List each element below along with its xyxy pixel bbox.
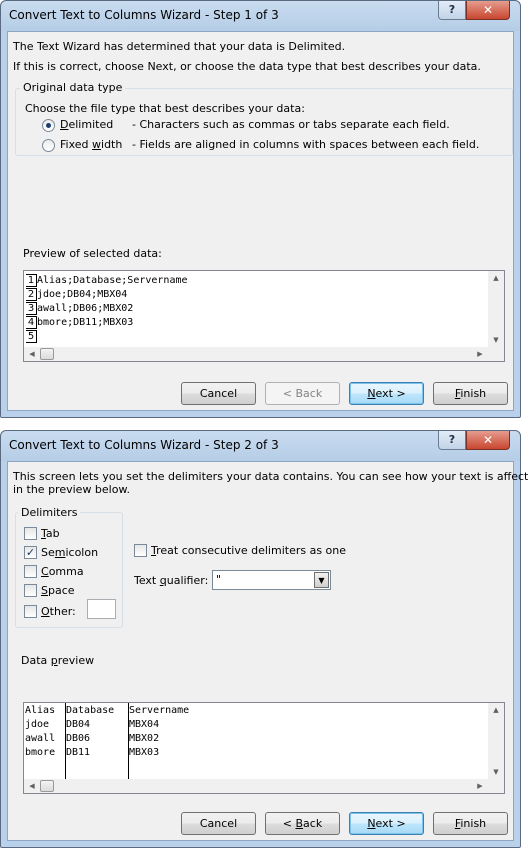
text-qualifier-value: " bbox=[216, 573, 222, 586]
preview-cell: bmore bbox=[25, 747, 56, 758]
back-button[interactable]: < Back bbox=[265, 812, 340, 835]
horizontal-scrollbar[interactable]: ◀ ▶ bbox=[24, 779, 488, 793]
fixed-width-radio[interactable] bbox=[42, 139, 55, 152]
intro-text-line1: This screen lets you set the delimiters … bbox=[13, 470, 528, 483]
finish-button[interactable]: Finish bbox=[433, 382, 508, 405]
preview-cell: Alias bbox=[25, 705, 56, 716]
close-button[interactable]: ✕ bbox=[466, 1, 510, 20]
delimiters-group: Delimiters Tab ✓ Semicolon Comma Space O… bbox=[15, 506, 123, 628]
preview-cell: DB06 bbox=[66, 733, 91, 744]
preview-cell: MBX04 bbox=[129, 719, 160, 730]
next-label-rest: ext > bbox=[375, 817, 406, 830]
scroll-right-arrow-icon[interactable]: ▶ bbox=[472, 347, 488, 361]
preview-row-text: bmore;DB11;MBX03 bbox=[37, 317, 134, 328]
wizard-step2-dialog: Convert Text to Columns Wizard - Step 2 … bbox=[0, 430, 528, 848]
delimiters-label: Delimiters bbox=[18, 506, 81, 519]
intro-text-line1: The Text Wizard has determined that your… bbox=[13, 40, 346, 53]
scroll-right-arrow-icon[interactable]: ▶ bbox=[472, 779, 488, 793]
next-button[interactable]: Next > bbox=[349, 382, 424, 405]
tab-checkbox[interactable] bbox=[24, 527, 37, 540]
preview-row-text: awall;DB06;MBX02 bbox=[37, 303, 134, 314]
vertical-scrollbar[interactable]: ▲ ▼ bbox=[488, 271, 504, 347]
preview-label: Preview of selected data: bbox=[23, 247, 162, 260]
preview-cell: MBX02 bbox=[129, 733, 160, 744]
next-button[interactable]: Next > bbox=[349, 812, 424, 835]
data-preview-box[interactable]: Alias jdoe awall bmore Database DB04 DB06 DB11 S… bbox=[23, 702, 505, 794]
title-bar[interactable]: Convert Text to Columns Wizard - Step 2 … bbox=[1, 431, 520, 461]
other-delimiter-input[interactable] bbox=[87, 599, 116, 619]
scroll-corner bbox=[488, 347, 504, 361]
intro-text-line2: in the preview below. bbox=[13, 483, 130, 496]
other-checkbox[interactable] bbox=[24, 605, 37, 618]
space-label[interactable]: Space bbox=[41, 584, 75, 597]
preview-cell: MBX03 bbox=[129, 747, 160, 758]
preview-row-number: 3 bbox=[26, 302, 37, 315]
delimited-description: - Characters such as commas or tabs sepa… bbox=[132, 118, 450, 131]
group-label: Original data type bbox=[20, 81, 126, 94]
preview-row-number: 4 bbox=[26, 316, 37, 329]
text-qualifier-select[interactable]: " ▼ bbox=[212, 570, 331, 590]
data-preview-label: Data preview bbox=[21, 654, 95, 667]
treat-consecutive-label[interactable]: Treat consecutive delimiters as one bbox=[151, 544, 346, 557]
preview-row-number: 2 bbox=[26, 288, 37, 301]
other-label[interactable]: Other: bbox=[41, 605, 76, 618]
dialog-title: Convert Text to Columns Wizard - Step 1 … bbox=[9, 8, 279, 22]
fixed-width-label[interactable]: Fixed width bbox=[60, 138, 122, 151]
dialog-body: The Text Wizard has determined that your… bbox=[7, 31, 514, 411]
tab-label[interactable]: Tab bbox=[41, 527, 60, 540]
close-button[interactable]: ✕ bbox=[466, 431, 510, 450]
dialog-body: This screen lets you set the delimiters … bbox=[7, 461, 528, 841]
wizard-step1-dialog: Convert Text to Columns Wizard - Step 1 … bbox=[0, 0, 521, 418]
horizontal-scroll-thumb[interactable] bbox=[40, 348, 54, 360]
preview-row-text: jdoe;DB04;MBX04 bbox=[37, 289, 128, 300]
dialog-title: Convert Text to Columns Wizard - Step 2 … bbox=[9, 438, 279, 452]
scroll-down-arrow-icon[interactable]: ▼ bbox=[488, 765, 504, 779]
vertical-scrollbar[interactable]: ▲ ▼ bbox=[488, 703, 504, 779]
delimited-label-rest: elimited bbox=[68, 118, 114, 131]
chevron-down-icon[interactable]: ▼ bbox=[314, 572, 329, 588]
title-bar[interactable]: Convert Text to Columns Wizard - Step 1 … bbox=[1, 1, 520, 31]
data-preview-box[interactable]: 1 Alias;Database;Servername 2 jdoe;DB04;MBX… bbox=[23, 270, 505, 362]
semicolon-checkbox[interactable]: ✓ bbox=[24, 546, 37, 559]
help-button[interactable]: ? bbox=[438, 431, 466, 450]
comma-label[interactable]: Comma bbox=[41, 565, 84, 578]
preview-row-number: 5 bbox=[26, 330, 37, 343]
cancel-button[interactable]: Cancel bbox=[181, 812, 256, 835]
finish-button[interactable]: Finish bbox=[433, 812, 508, 835]
preview-cell: jdoe bbox=[25, 719, 50, 730]
scroll-up-arrow-icon[interactable]: ▲ bbox=[488, 271, 504, 285]
help-button[interactable]: ? bbox=[438, 1, 466, 20]
preview-cell: Servername bbox=[129, 705, 190, 716]
preview-cell: awall bbox=[25, 733, 56, 744]
scroll-down-arrow-icon[interactable]: ▼ bbox=[488, 333, 504, 347]
preview-cell: DB04 bbox=[66, 719, 91, 730]
preview-cell: DB11 bbox=[66, 747, 91, 758]
horizontal-scroll-thumb[interactable] bbox=[40, 780, 54, 792]
space-checkbox[interactable] bbox=[24, 584, 37, 597]
preview-row-text: Alias;Database;Servername bbox=[37, 275, 188, 286]
back-label-rest: ack bbox=[303, 817, 323, 830]
intro-text-line2: If this is correct, choose Next, or choo… bbox=[13, 60, 481, 73]
comma-checkbox[interactable] bbox=[24, 565, 37, 578]
scroll-left-arrow-icon[interactable]: ◀ bbox=[24, 779, 40, 793]
finish-label-rest: inish bbox=[460, 817, 487, 830]
scroll-corner bbox=[488, 779, 504, 793]
finish-label-rest: inish bbox=[460, 387, 487, 400]
preview-row-number: 1 bbox=[26, 274, 37, 287]
cancel-button[interactable]: Cancel bbox=[181, 382, 256, 405]
group-prompt: Choose the file type that best describes… bbox=[25, 102, 305, 115]
original-data-type-group: Original data type Choose the file type … bbox=[15, 81, 513, 156]
preview-cell: Database bbox=[66, 705, 115, 716]
back-button[interactable]: < Back bbox=[265, 382, 340, 405]
scroll-up-arrow-icon[interactable]: ▲ bbox=[488, 703, 504, 717]
scroll-left-arrow-icon[interactable]: ◀ bbox=[24, 347, 40, 361]
delimited-label[interactable]: Delimited bbox=[60, 118, 113, 131]
horizontal-scrollbar[interactable]: ◀ ▶ bbox=[24, 347, 488, 361]
fixed-width-description: - Fields are aligned in columns with spa… bbox=[132, 138, 480, 151]
delimited-radio[interactable] bbox=[42, 119, 55, 132]
semicolon-label[interactable]: Semicolon bbox=[41, 546, 98, 559]
treat-consecutive-checkbox[interactable] bbox=[134, 544, 147, 557]
text-qualifier-label: Text qualifier: bbox=[134, 574, 209, 587]
next-label-rest: ext > bbox=[375, 387, 406, 400]
